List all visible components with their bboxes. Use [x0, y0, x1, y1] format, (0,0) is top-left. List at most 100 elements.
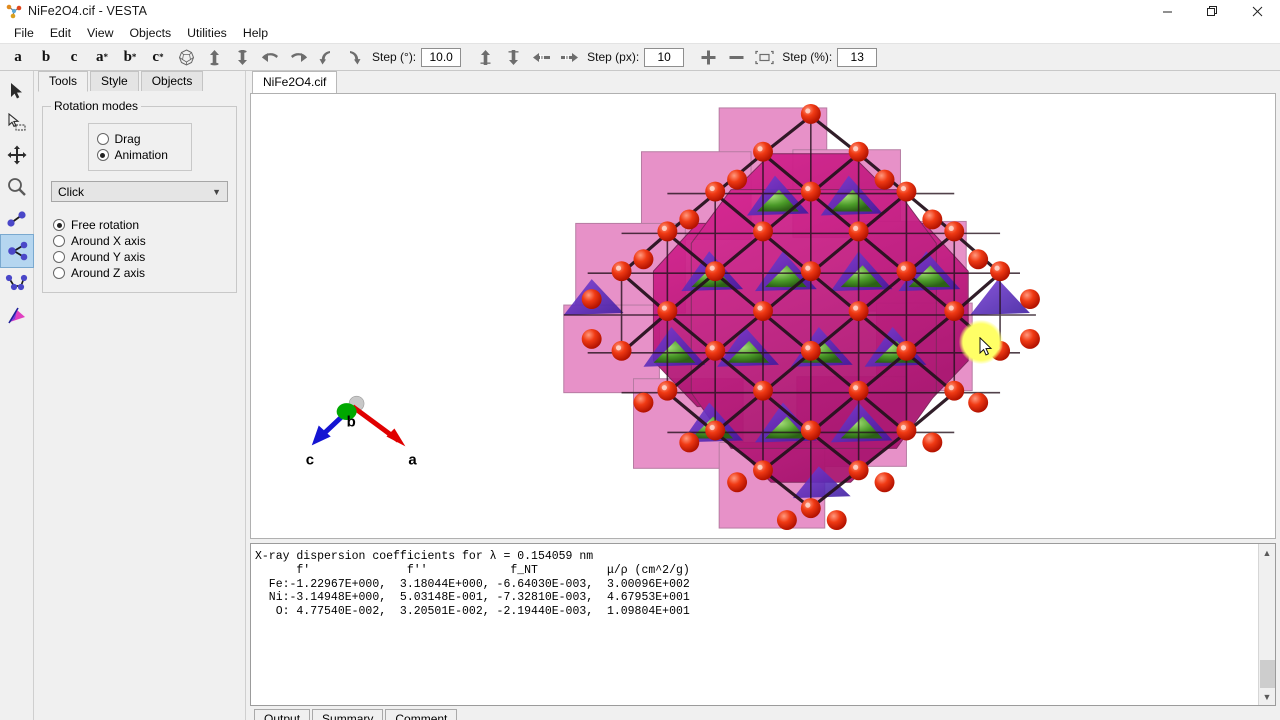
chevron-up-icon[interactable]: ▲ — [1258, 544, 1275, 561]
minimize-button[interactable] — [1145, 0, 1190, 22]
translate-down-icon[interactable] — [499, 44, 527, 70]
pan-tool[interactable] — [1, 139, 33, 171]
main-area: NiFe2O4.cif c b a X-ray dispersion coeff… — [246, 71, 1280, 720]
radio-around-x-indicator — [53, 235, 65, 247]
left-panel: Tools Style Objects Rotation modes Drag … — [34, 71, 246, 720]
axis-indicator: c b a — [306, 395, 417, 468]
radio-drag[interactable]: Drag — [96, 132, 183, 146]
scrollbar-track[interactable] — [1259, 561, 1276, 688]
view-along-b-button[interactable]: b — [32, 44, 60, 70]
radio-free-rotation[interactable]: Free rotation — [53, 218, 228, 232]
output-text: X-ray dispersion coefficients for λ = 0.… — [255, 550, 690, 619]
radio-free-rotation-indicator — [53, 219, 65, 231]
dihedral-angle-tool[interactable] — [1, 267, 33, 299]
crystal-structure-render: c b a — [306, 103, 1040, 531]
radio-around-z-indicator — [53, 267, 65, 279]
rotate-down-icon[interactable] — [228, 44, 256, 70]
rotation-modes-group: Rotation modes Drag Animation Click ▼ Fr… — [42, 99, 237, 293]
menu-help[interactable]: Help — [235, 24, 276, 42]
radio-animation-indicator — [96, 149, 109, 161]
scrollbar-thumb[interactable] — [1259, 660, 1275, 688]
close-button[interactable] — [1235, 0, 1280, 22]
rotation-mode-box: Drag Animation — [87, 123, 192, 171]
axis-a-label: a — [14, 48, 22, 65]
output-tabs: Output Summary Comment — [250, 709, 1276, 720]
zoom-out-minus-icon[interactable] — [722, 44, 750, 70]
translate-up-icon[interactable] — [471, 44, 499, 70]
output-box: X-ray dispersion coefficients for λ = 0.… — [250, 543, 1276, 706]
output-scrollbar[interactable]: ▲ ▼ — [1258, 544, 1275, 705]
radio-around-y[interactable]: Around Y axis — [53, 250, 228, 264]
rotate-clockwise-icon[interactable] — [340, 44, 368, 70]
axis-c-label: c — [306, 451, 314, 468]
zoom-tool[interactable] — [1, 171, 33, 203]
menu-view[interactable]: View — [79, 24, 121, 42]
chevron-down-icon[interactable]: ▼ — [1258, 688, 1275, 705]
menu-utilities[interactable]: Utilities — [179, 24, 235, 42]
window-title: NiFe2O4.cif - VESTA — [28, 3, 148, 18]
restore-button[interactable] — [1190, 0, 1235, 22]
step-pixels-label: Step (px): — [587, 50, 640, 64]
rotation-axis-list: Free rotation Around X axis Around Y axi… — [51, 218, 228, 280]
rotate-up-icon[interactable] — [200, 44, 228, 70]
radio-animation-label: Animation — [114, 148, 168, 162]
view-along-c-star-button[interactable]: c * — [144, 44, 172, 70]
document-tabs: NiFe2O4.cif — [246, 71, 1280, 93]
tab-style[interactable]: Style — [90, 71, 139, 91]
radio-drag-label: Drag — [114, 132, 141, 146]
structure-viewport[interactable]: c b a — [250, 93, 1276, 539]
rotation-modes-label: Rotation modes — [54, 99, 139, 113]
tab-tools[interactable]: Tools — [38, 71, 89, 92]
select-arrow-tool[interactable] — [1, 75, 33, 107]
radio-around-z-label: Around Z axis — [71, 266, 146, 280]
view-along-a-star-button[interactable]: a * — [88, 44, 116, 70]
tool-rail — [0, 71, 34, 720]
tab-summary[interactable]: Summary — [312, 709, 384, 720]
axis-a-star-label: a — [96, 48, 104, 65]
translate-left-icon[interactable] — [527, 44, 555, 70]
radio-around-z[interactable]: Around Z axis — [53, 266, 228, 280]
rotate-left-icon[interactable] — [256, 44, 284, 70]
menu-bar: File Edit View Objects Utilities Help — [0, 22, 1280, 43]
chevron-down-icon: ▼ — [212, 186, 221, 197]
zoom-in-plus-icon[interactable] — [694, 44, 722, 70]
axis-b-label: b — [347, 414, 356, 431]
rotate-right-icon[interactable] — [284, 44, 312, 70]
radio-free-rotation-label: Free rotation — [71, 218, 140, 232]
document-tab-nife2o4[interactable]: NiFe2O4.cif — [252, 71, 338, 93]
step-percent-label: Step (%): — [782, 50, 833, 64]
step-degrees-input[interactable]: 10.0 — [421, 47, 462, 67]
radio-around-y-indicator — [53, 251, 65, 263]
menu-file[interactable]: File — [6, 24, 42, 42]
view-along-c-button[interactable]: c — [60, 44, 88, 70]
radio-animation[interactable]: Animation — [96, 148, 183, 162]
view-along-b-star-button[interactable]: b * — [116, 44, 144, 70]
axis-c-label: c — [70, 48, 78, 65]
vesta-molecule-icon — [6, 3, 22, 19]
bond-distance-tool[interactable] — [1, 203, 33, 235]
translate-right-icon[interactable] — [555, 44, 583, 70]
rotation-trigger-select[interactable]: Click ▼ — [51, 181, 228, 202]
axis-c-star-label: c — [152, 48, 160, 65]
plane-tool[interactable] — [1, 299, 33, 331]
rotation-trigger-value: Click — [58, 184, 84, 199]
tab-objects[interactable]: Objects — [140, 71, 204, 91]
rotate-counterclockwise-icon[interactable] — [312, 44, 340, 70]
bond-angle-tool[interactable] — [0, 234, 34, 268]
menu-edit[interactable]: Edit — [42, 24, 79, 42]
select-box-tool[interactable] — [1, 107, 33, 139]
output-panel: X-ray dispersion coefficients for λ = 0.… — [250, 543, 1276, 720]
fit-to-screen-icon[interactable] — [750, 44, 778, 70]
polyhedron-icon[interactable] — [172, 44, 200, 70]
tab-output[interactable]: Output — [254, 709, 311, 720]
main-toolbar: a b c a * b * c * Step (°): 10.0 Step (p… — [0, 43, 1280, 71]
tab-comment[interactable]: Comment — [385, 709, 458, 720]
step-percent-input[interactable]: 13 — [837, 47, 878, 67]
menu-objects[interactable]: Objects — [121, 24, 179, 42]
radio-around-x[interactable]: Around X axis — [53, 234, 228, 248]
view-along-a-button[interactable]: a — [4, 44, 32, 70]
title-bar: NiFe2O4.cif - VESTA — [0, 0, 1280, 22]
step-pixels-input[interactable]: 10 — [644, 47, 685, 67]
axis-a-label: a — [408, 451, 417, 468]
axis-b-label: b — [41, 48, 51, 65]
